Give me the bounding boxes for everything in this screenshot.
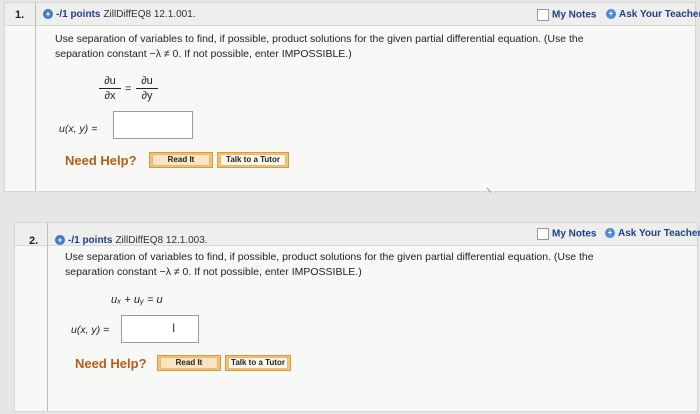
ask-teacher-label: Ask Your Teacher — [619, 9, 700, 20]
points-label: -/1 points — [68, 235, 113, 246]
equation-equals: = — [125, 83, 132, 95]
my-notes-button[interactable]: My Notes — [537, 9, 596, 21]
equation-left-numerator: ∂u — [104, 75, 116, 87]
talk-to-tutor-label: Talk to a Tutor — [220, 154, 286, 166]
answer-label: u(x, y) = — [59, 123, 98, 135]
answer-label: u(x, y) = — [71, 324, 110, 336]
equation-right-denominator: ∂y — [141, 90, 153, 102]
equation-left-denominator: ∂x — [104, 90, 116, 102]
answer-input[interactable] — [113, 111, 193, 139]
my-notes-label: My Notes — [552, 228, 597, 240]
equation-2: uₓ + uᵧ = u — [111, 294, 163, 306]
ask-teacher-icon: + — [605, 228, 615, 239]
question-1-line1: Use separation of variables to find, if … — [55, 33, 584, 45]
question-2-divider — [47, 223, 48, 411]
question-1-text: Use separation of variables to find, if … — [55, 32, 685, 62]
need-help-label: Need Help? — [65, 153, 137, 168]
need-help-label: Need Help? — [75, 356, 147, 371]
ask-teacher-button[interactable]: + Ask Your Teacher — [605, 228, 700, 239]
question-1-divider — [35, 3, 36, 191]
talk-to-tutor-label: Talk to a Tutor — [228, 357, 288, 369]
question-2-number: 2. — [29, 235, 39, 247]
question-1-line2: separation constant −λ ≠ 0. If not possi… — [55, 48, 352, 60]
ask-teacher-button[interactable]: + Ask Your Teacher — [606, 9, 700, 20]
read-it-label: Read It — [152, 154, 210, 166]
fraction-bar — [99, 88, 121, 89]
question-1-panel: 1. + -/1 points ZillDiffEQ8 12.1.001. My N… — [4, 2, 700, 192]
expand-plus-icon[interactable]: + — [43, 9, 53, 20]
fraction-bar — [136, 88, 158, 89]
question-source: ZillDiffEQ8 12.1.003. — [115, 235, 208, 246]
expand-plus-icon[interactable]: + — [55, 235, 65, 246]
question-2-points: + -/1 points ZillDiffEQ8 12.1.003. — [55, 235, 208, 246]
question-source: ZillDiffEQ8 12.1.001. — [103, 9, 196, 20]
question-2-text: Use separation of variables to find, if … — [65, 250, 690, 280]
my-notes-checkbox-icon[interactable] — [537, 228, 549, 240]
equation-left-fraction: ∂u ∂x — [99, 75, 121, 102]
my-notes-label: My Notes — [552, 9, 597, 21]
ask-teacher-icon: + — [606, 9, 616, 20]
question-1-points: + -/1 points ZillDiffEQ8 12.1.001. — [43, 9, 196, 20]
my-notes-checkbox-icon[interactable] — [537, 9, 549, 21]
text-cursor-icon: I — [172, 321, 176, 335]
question-1-number: 1. — [15, 9, 25, 21]
talk-to-tutor-button[interactable]: Talk to a Tutor — [225, 355, 291, 371]
read-it-button[interactable]: Read It — [157, 355, 221, 371]
equation-right-fraction: ∂u ∂y — [136, 75, 158, 102]
talk-to-tutor-button[interactable]: Talk to a Tutor — [217, 152, 289, 168]
ask-teacher-label: Ask Your Teacher — [618, 228, 700, 239]
my-notes-button[interactable]: My Notes — [537, 228, 596, 240]
points-label: -/1 points — [56, 9, 101, 20]
read-it-label: Read It — [160, 357, 218, 369]
question-2-line1: Use separation of variables to find, if … — [65, 251, 594, 263]
question-2-line2: separation constant −λ ≠ 0. If not possi… — [65, 266, 362, 278]
answer-input[interactable]: I — [121, 315, 199, 343]
read-it-button[interactable]: Read It — [149, 152, 213, 168]
equation-right-numerator: ∂u — [141, 75, 153, 87]
question-2-panel: 2. + -/1 points ZillDiffEQ8 12.1.003. My N… — [14, 222, 700, 412]
